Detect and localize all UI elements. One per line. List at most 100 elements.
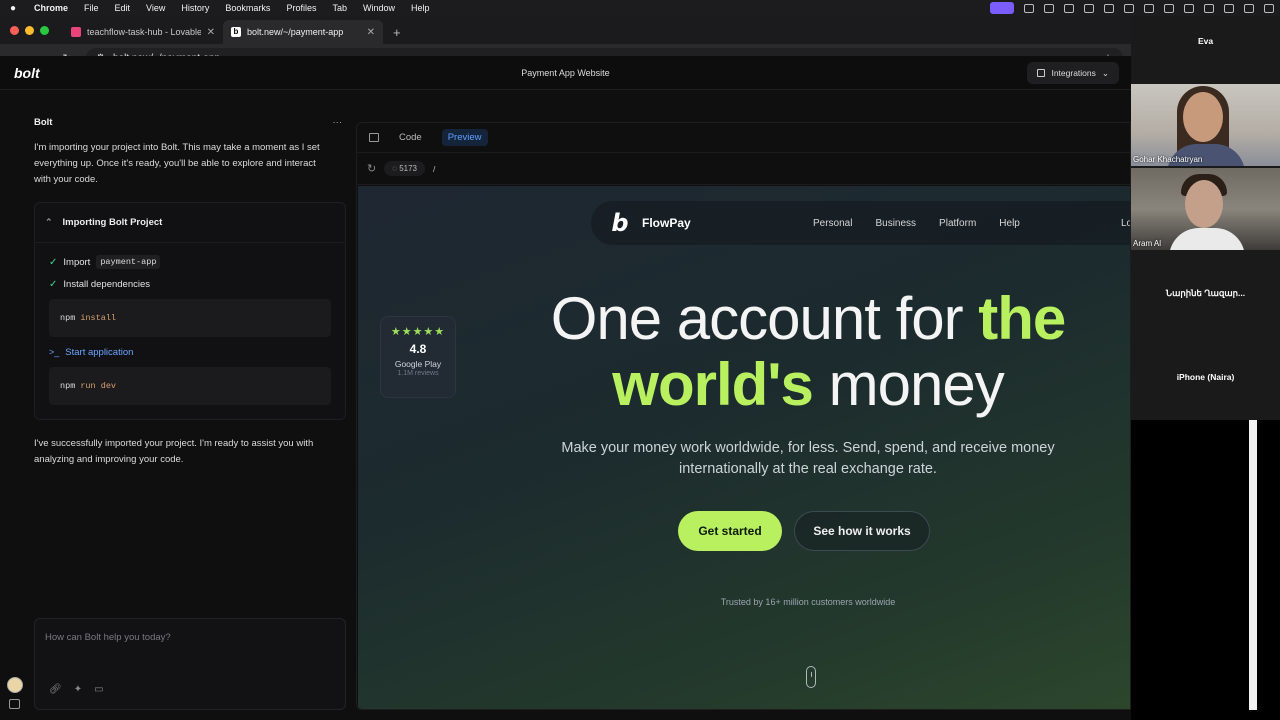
nav-link-platform[interactable]: Platform: [939, 218, 976, 229]
menu-view[interactable]: View: [138, 3, 173, 13]
port-selector[interactable]: ◌ 5173: [384, 161, 425, 176]
step-label: Install dependencies: [63, 278, 151, 290]
background-window-edge: [1249, 420, 1257, 710]
tab-label: bolt.new/~/payment-app: [247, 27, 344, 37]
menu-edit[interactable]: Edit: [107, 3, 139, 13]
keyboard-input-icon[interactable]: [1264, 3, 1274, 13]
macos-menubar: ● Chrome File Edit View History Bookmark…: [0, 0, 1280, 16]
command-block-dev[interactable]: npm run dev: [49, 367, 331, 405]
participant-tile[interactable]: Aram Al: [1131, 168, 1280, 250]
check-icon: ✓: [49, 256, 58, 268]
menu-history[interactable]: History: [173, 3, 217, 13]
new-tab-icon[interactable]: +: [383, 25, 411, 44]
flowpay-logo-icon[interactable]: b: [609, 209, 631, 237]
import-card-header[interactable]: ⌃ Importing Bolt Project: [35, 203, 345, 243]
see-how-it-works-button[interactable]: See how it works: [794, 511, 930, 551]
brand-name[interactable]: FlowPay: [642, 216, 691, 230]
panel-toggle-icon[interactable]: [369, 133, 379, 142]
menu-help[interactable]: Help: [403, 3, 438, 13]
integrations-button[interactable]: Integrations ⌄: [1027, 62, 1119, 84]
rating-reviews: 1.1M reviews: [397, 370, 439, 377]
nav-link-personal[interactable]: Personal: [813, 218, 852, 229]
camera-icon[interactable]: [1024, 3, 1034, 13]
rating-store: Google Play: [394, 359, 442, 369]
step-label: Import: [63, 256, 91, 268]
compass-icon[interactable]: [1104, 3, 1114, 13]
chat-header: Bolt ···: [20, 112, 350, 132]
nav-link-help[interactable]: Help: [999, 218, 1020, 229]
minimize-window-icon[interactable]: [25, 25, 34, 35]
step-install: ✓ Install dependencies: [35, 273, 345, 295]
chat-sender: Bolt: [34, 116, 53, 128]
menu-profiles[interactable]: Profiles: [278, 3, 324, 13]
bolt-favicon-icon: b: [231, 27, 241, 37]
tab-bolt[interactable]: b bolt.new/~/payment-app ✕: [223, 20, 383, 44]
chat-message-2: I've successfully imported your project.…: [34, 438, 314, 465]
tab-preview[interactable]: Preview: [441, 129, 488, 146]
port-number: 5173: [399, 164, 417, 173]
apple-icon[interactable]: ●: [0, 3, 26, 14]
integrations-label: Integrations: [1051, 68, 1096, 78]
chat-message-1: I'm importing your project into Bolt. Th…: [34, 142, 320, 185]
card-title: Importing Bolt Project: [62, 217, 163, 228]
tab-code[interactable]: Code: [393, 129, 428, 146]
window-icon[interactable]: [1164, 3, 1174, 13]
video-call-panel: Eva Gohar Khachatryan Aram Al Նարինե Ղազ…: [1131, 16, 1280, 420]
participant-label: Gohar Khachatryan: [1133, 155, 1203, 164]
close-tab-icon[interactable]: ✕: [207, 27, 215, 38]
refresh-icon[interactable]: ↻: [367, 162, 376, 175]
menu-bookmarks[interactable]: Bookmarks: [217, 3, 278, 13]
screen-share-icon[interactable]: [990, 2, 1014, 14]
rating-card: ★★★★★ 4.8 Google Play 1.1M reviews: [380, 316, 456, 398]
cmd-arg: run dev: [80, 381, 117, 391]
preview-path[interactable]: /: [433, 164, 435, 174]
participant-name: Նարինե Ղազար...: [1165, 288, 1246, 298]
bluetooth-icon[interactable]: [1144, 3, 1154, 13]
discuss-icon[interactable]: ▭: [94, 684, 103, 695]
clipboard-icon[interactable]: [1064, 3, 1074, 13]
hero-line1-plain: One account for: [550, 285, 979, 352]
check-icon: ✓: [49, 278, 58, 290]
maximize-window-icon[interactable]: [40, 25, 49, 35]
nav-link-business[interactable]: Business: [875, 218, 916, 229]
more-options-icon[interactable]: ···: [333, 117, 343, 128]
close-window-icon[interactable]: [10, 25, 19, 35]
chat-input[interactable]: [45, 629, 335, 645]
menu-window[interactable]: Window: [355, 3, 403, 13]
menu-tab[interactable]: Tab: [324, 3, 355, 13]
step-start-application[interactable]: >_ Start application: [35, 341, 345, 363]
sidebar-toggle-icon[interactable]: [9, 699, 20, 709]
participant-tile[interactable]: Gohar Khachatryan: [1131, 84, 1280, 166]
command-block-install[interactable]: npm install: [49, 299, 331, 337]
participant-face: [1185, 180, 1223, 228]
import-card: ⌃ Importing Bolt Project ✓ Import paymen…: [34, 202, 346, 420]
tab-label: teachflow-task-hub - Lovable: [87, 27, 201, 37]
wifi-icon[interactable]: [1224, 3, 1234, 13]
menu-file[interactable]: File: [76, 3, 107, 13]
play-icon[interactable]: [1204, 3, 1214, 13]
star-rating-icon: ★★★★★: [390, 326, 446, 338]
status-tray: [990, 2, 1280, 14]
rating-score: 4.8: [409, 342, 427, 356]
nav-login-link[interactable]: Lo: [1121, 218, 1130, 229]
lovable-favicon-icon: [71, 27, 81, 37]
user-icon[interactable]: [1244, 3, 1254, 13]
translate-icon[interactable]: [1084, 3, 1094, 13]
hero-subtitle: Make your money work worldwide, for less…: [561, 440, 1055, 477]
display-icon[interactable]: [1124, 3, 1134, 13]
hero-line2-accent: world's: [612, 351, 814, 418]
cloud-icon[interactable]: [1184, 3, 1194, 13]
user-avatar[interactable]: [7, 677, 23, 693]
close-tab-icon[interactable]: ✕: [367, 27, 375, 38]
cmd-arg: install: [80, 313, 117, 323]
attach-link-icon[interactable]: 🔗︎: [49, 684, 62, 695]
enhance-prompt-icon[interactable]: ✦: [74, 684, 82, 695]
get-started-button[interactable]: Get started: [678, 511, 782, 551]
menu-app-chrome[interactable]: Chrome: [26, 3, 76, 13]
project-title[interactable]: Payment App Website: [0, 68, 1131, 78]
prompt-tools: 🔗︎ ✦ ▭: [49, 684, 104, 695]
battery-icon[interactable]: [1044, 3, 1054, 13]
participant-label: Aram Al: [1133, 239, 1162, 248]
tab-lovable[interactable]: teachflow-task-hub - Lovable ✕: [63, 20, 223, 44]
grid-icon: [1037, 69, 1046, 77]
